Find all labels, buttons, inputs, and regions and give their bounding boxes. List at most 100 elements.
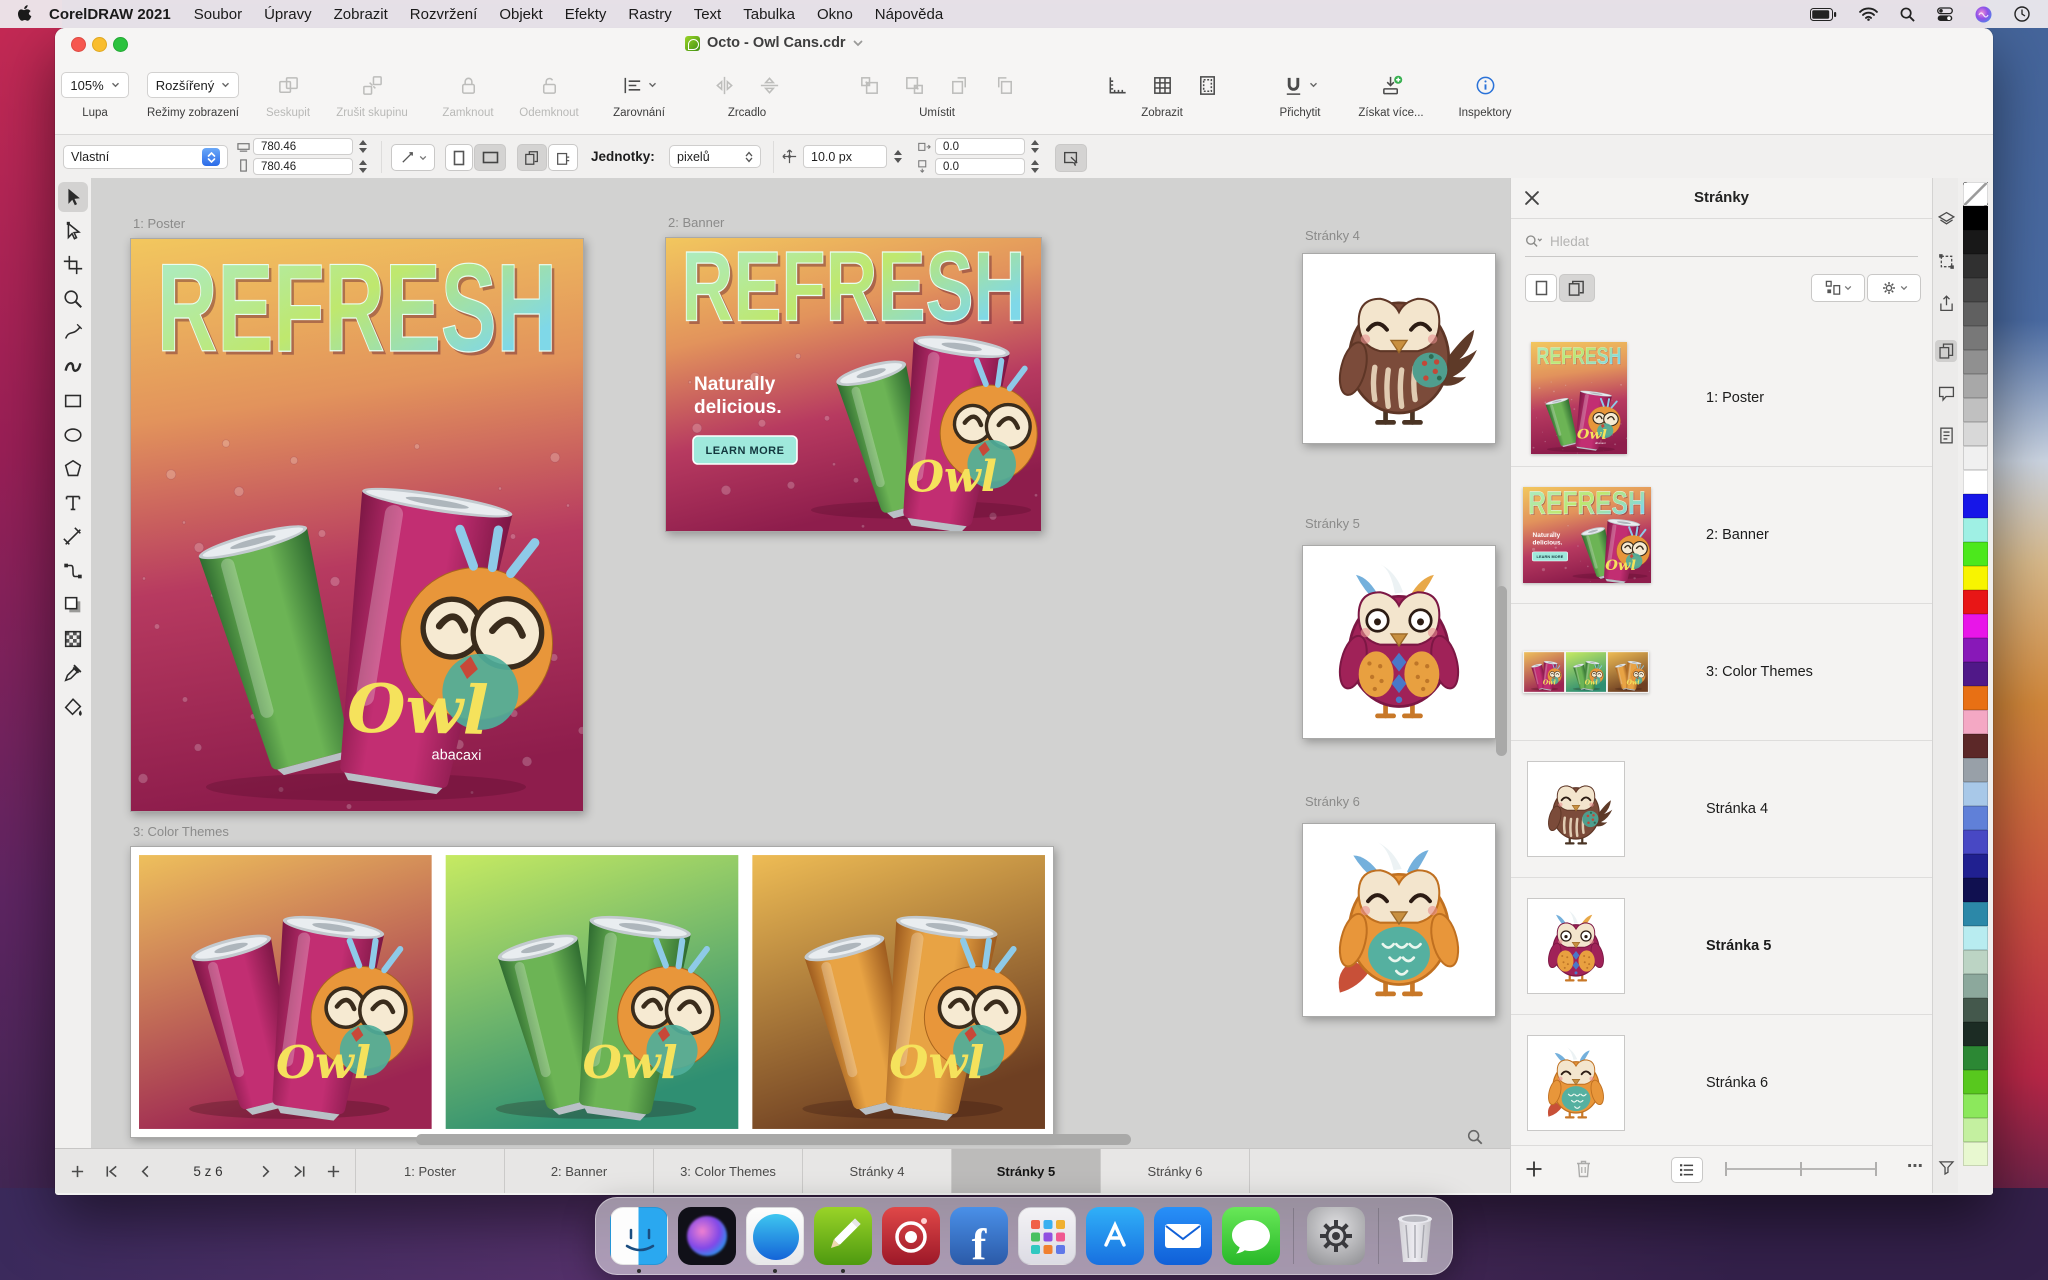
color-swatch-ffffff[interactable] <box>1963 470 1988 494</box>
drawing-canvas[interactable]: 1: Poster REFRESHREFRESHOwlabacaxi 2: Ba… <box>91 178 1510 1148</box>
control-center-icon[interactable] <box>1937 7 1953 22</box>
color-swatch-909090[interactable] <box>1963 350 1988 374</box>
duplicate-x-stepper[interactable] <box>1028 138 1041 155</box>
page-width-field[interactable]: 780.46 <box>253 138 353 155</box>
minimize-window-button[interactable] <box>92 37 107 52</box>
color-swatch-787878[interactable] <box>1963 326 1988 350</box>
apple-menu-icon[interactable] <box>18 5 33 23</box>
color-swatch-000000[interactable] <box>1963 206 1988 230</box>
page-height-stepper[interactable] <box>356 158 369 175</box>
canvas-page-banner[interactable]: REFRESHREFRESHOwlNaturallydelicious.LEAR… <box>665 237 1042 532</box>
color-swatch-484848[interactable] <box>1963 278 1988 302</box>
interactive-fill-tool[interactable] <box>58 692 88 722</box>
alignment-button[interactable] <box>621 74 657 97</box>
menu-zobrazit[interactable]: Zobrazit <box>323 6 399 23</box>
dimension-tool[interactable] <box>58 522 88 552</box>
view-mode-select[interactable]: Rozšířený <box>147 72 240 98</box>
text-tool[interactable] <box>58 488 88 518</box>
wifi-icon[interactable] <box>1859 7 1878 21</box>
get-more-icon[interactable] <box>1380 74 1403 97</box>
menu-efekty[interactable]: Efekty <box>554 6 618 23</box>
close-window-button[interactable] <box>71 37 86 52</box>
dock-mail[interactable] <box>1154 1207 1212 1265</box>
color-swatch-2c88a8[interactable] <box>1963 902 1988 926</box>
crop-tool[interactable] <box>58 250 88 280</box>
color-swatch-b8ecf0[interactable] <box>1963 926 1988 950</box>
first-page-button[interactable] <box>101 1161 121 1181</box>
ungroup-icon[interactable] <box>361 74 384 97</box>
last-page-button[interactable] <box>289 1161 309 1181</box>
layers-docker-icon[interactable] <box>1935 208 1957 230</box>
pos-forward-icon[interactable] <box>948 74 971 97</box>
color-swatch-606060[interactable] <box>1963 302 1988 326</box>
color-swatch-d8d8d8[interactable] <box>1963 422 1988 446</box>
title-chevron-icon[interactable] <box>853 40 863 47</box>
color-swatch-c0c0c0[interactable] <box>1963 398 1988 422</box>
duplicate-y-field[interactable]: 0.0 <box>935 158 1025 175</box>
color-swatch-2c8834[interactable] <box>1963 1046 1988 1070</box>
pages-list-item-5[interactable]: Stránka 5 <box>1511 878 1932 1015</box>
canvas-page-color-themes[interactable]: OwlOwlOwl <box>130 846 1054 1138</box>
dock-facebook[interactable]: f <box>950 1207 1008 1265</box>
pages-list-item-1[interactable]: REFRESHREFRESHOwlabacaxi1: Poster <box>1511 330 1932 467</box>
thumbnail-layout-dropdown[interactable] <box>1811 274 1865 302</box>
close-docker-icon[interactable] <box>1525 191 1539 205</box>
color-swatch-8ce85c[interactable] <box>1963 1094 1988 1118</box>
drawing-units-dropdown[interactable] <box>391 144 435 171</box>
next-page-button[interactable] <box>255 1161 275 1181</box>
pages-list-item-3[interactable]: OwlOwlOwl3: Color Themes <box>1511 604 1932 741</box>
page-tab-stranky-6[interactable]: Stránky 6 <box>1101 1149 1250 1193</box>
canvas-page-5[interactable] <box>1302 545 1496 739</box>
color-swatch-202090[interactable] <box>1963 854 1988 878</box>
freehand-tool[interactable] <box>58 318 88 348</box>
color-swatch-c4f0a0[interactable] <box>1963 1118 1988 1142</box>
canvas-page-4[interactable] <box>1302 253 1496 444</box>
pos-backward-icon[interactable] <box>993 74 1016 97</box>
page-tab-2-banner[interactable]: 2: Banner <box>505 1149 654 1193</box>
color-swatch-f8f400[interactable] <box>1963 566 1988 590</box>
menu-soubor[interactable]: Soubor <box>183 6 253 23</box>
search-icon[interactable] <box>1900 7 1915 22</box>
add-page-button[interactable] <box>1525 1160 1543 1178</box>
drop-shadow-tool[interactable] <box>58 590 88 620</box>
dock-app-store[interactable] <box>1086 1207 1144 1265</box>
lock-icon[interactable] <box>457 74 480 97</box>
menu-upravy[interactable]: Úpravy <box>253 6 323 23</box>
page-tab-1-poster[interactable]: 1: Poster <box>355 1149 505 1193</box>
color-swatch-5c2828[interactable] <box>1963 734 1988 758</box>
canvas-page-6[interactable] <box>1302 823 1496 1017</box>
dock-finder[interactable] <box>610 1207 668 1265</box>
mirror-v-icon[interactable] <box>758 74 781 97</box>
menu-rastry[interactable]: Rastry <box>617 6 682 23</box>
dock-safari[interactable] <box>746 1207 804 1265</box>
color-swatch-e816e8[interactable] <box>1963 614 1988 638</box>
clock-icon[interactable] <box>2014 6 2030 22</box>
title-bar[interactable]: Octo - Owl Cans.cdr <box>55 28 1993 58</box>
group-icon[interactable] <box>277 74 300 97</box>
page-height-field[interactable]: 780.46 <box>253 158 353 175</box>
color-swatch-303030[interactable] <box>1963 254 1988 278</box>
color-swatch-a8c8e8[interactable] <box>1963 782 1988 806</box>
current-page-size-button[interactable] <box>548 144 578 171</box>
snap-button[interactable] <box>1282 74 1318 97</box>
color-swatch-a8a8a8[interactable] <box>1963 374 1988 398</box>
artistic-media-tool[interactable] <box>58 352 88 382</box>
transparency-tool[interactable] <box>58 624 88 654</box>
page-preset-select[interactable]: Vlastní <box>63 145 228 169</box>
more-options-button[interactable]: ⋯ <box>1907 1156 1924 1176</box>
color-swatch-101050[interactable] <box>1963 878 1988 902</box>
color-swatch-f4a8c4[interactable] <box>1963 710 1988 734</box>
all-pages-size-button[interactable] <box>517 144 547 171</box>
menu-tabulka[interactable]: Tabulka <box>732 6 806 23</box>
pages-docker-icon[interactable] <box>1935 340 1957 362</box>
pos-back-icon[interactable] <box>903 74 926 97</box>
export-docker-icon[interactable] <box>1935 292 1957 314</box>
menu-okno[interactable]: Okno <box>806 6 864 23</box>
single-page-view-button[interactable] <box>1525 274 1557 302</box>
color-swatch-1c2c24[interactable] <box>1963 1022 1988 1046</box>
portrait-orientation-button[interactable] <box>445 144 473 171</box>
page-tab-stranky-5[interactable]: Stránky 5 <box>952 1149 1101 1193</box>
color-swatch-e81616[interactable] <box>1963 590 1988 614</box>
search-input[interactable] <box>1548 233 1918 250</box>
color-swatch-8818b8[interactable] <box>1963 638 1988 662</box>
